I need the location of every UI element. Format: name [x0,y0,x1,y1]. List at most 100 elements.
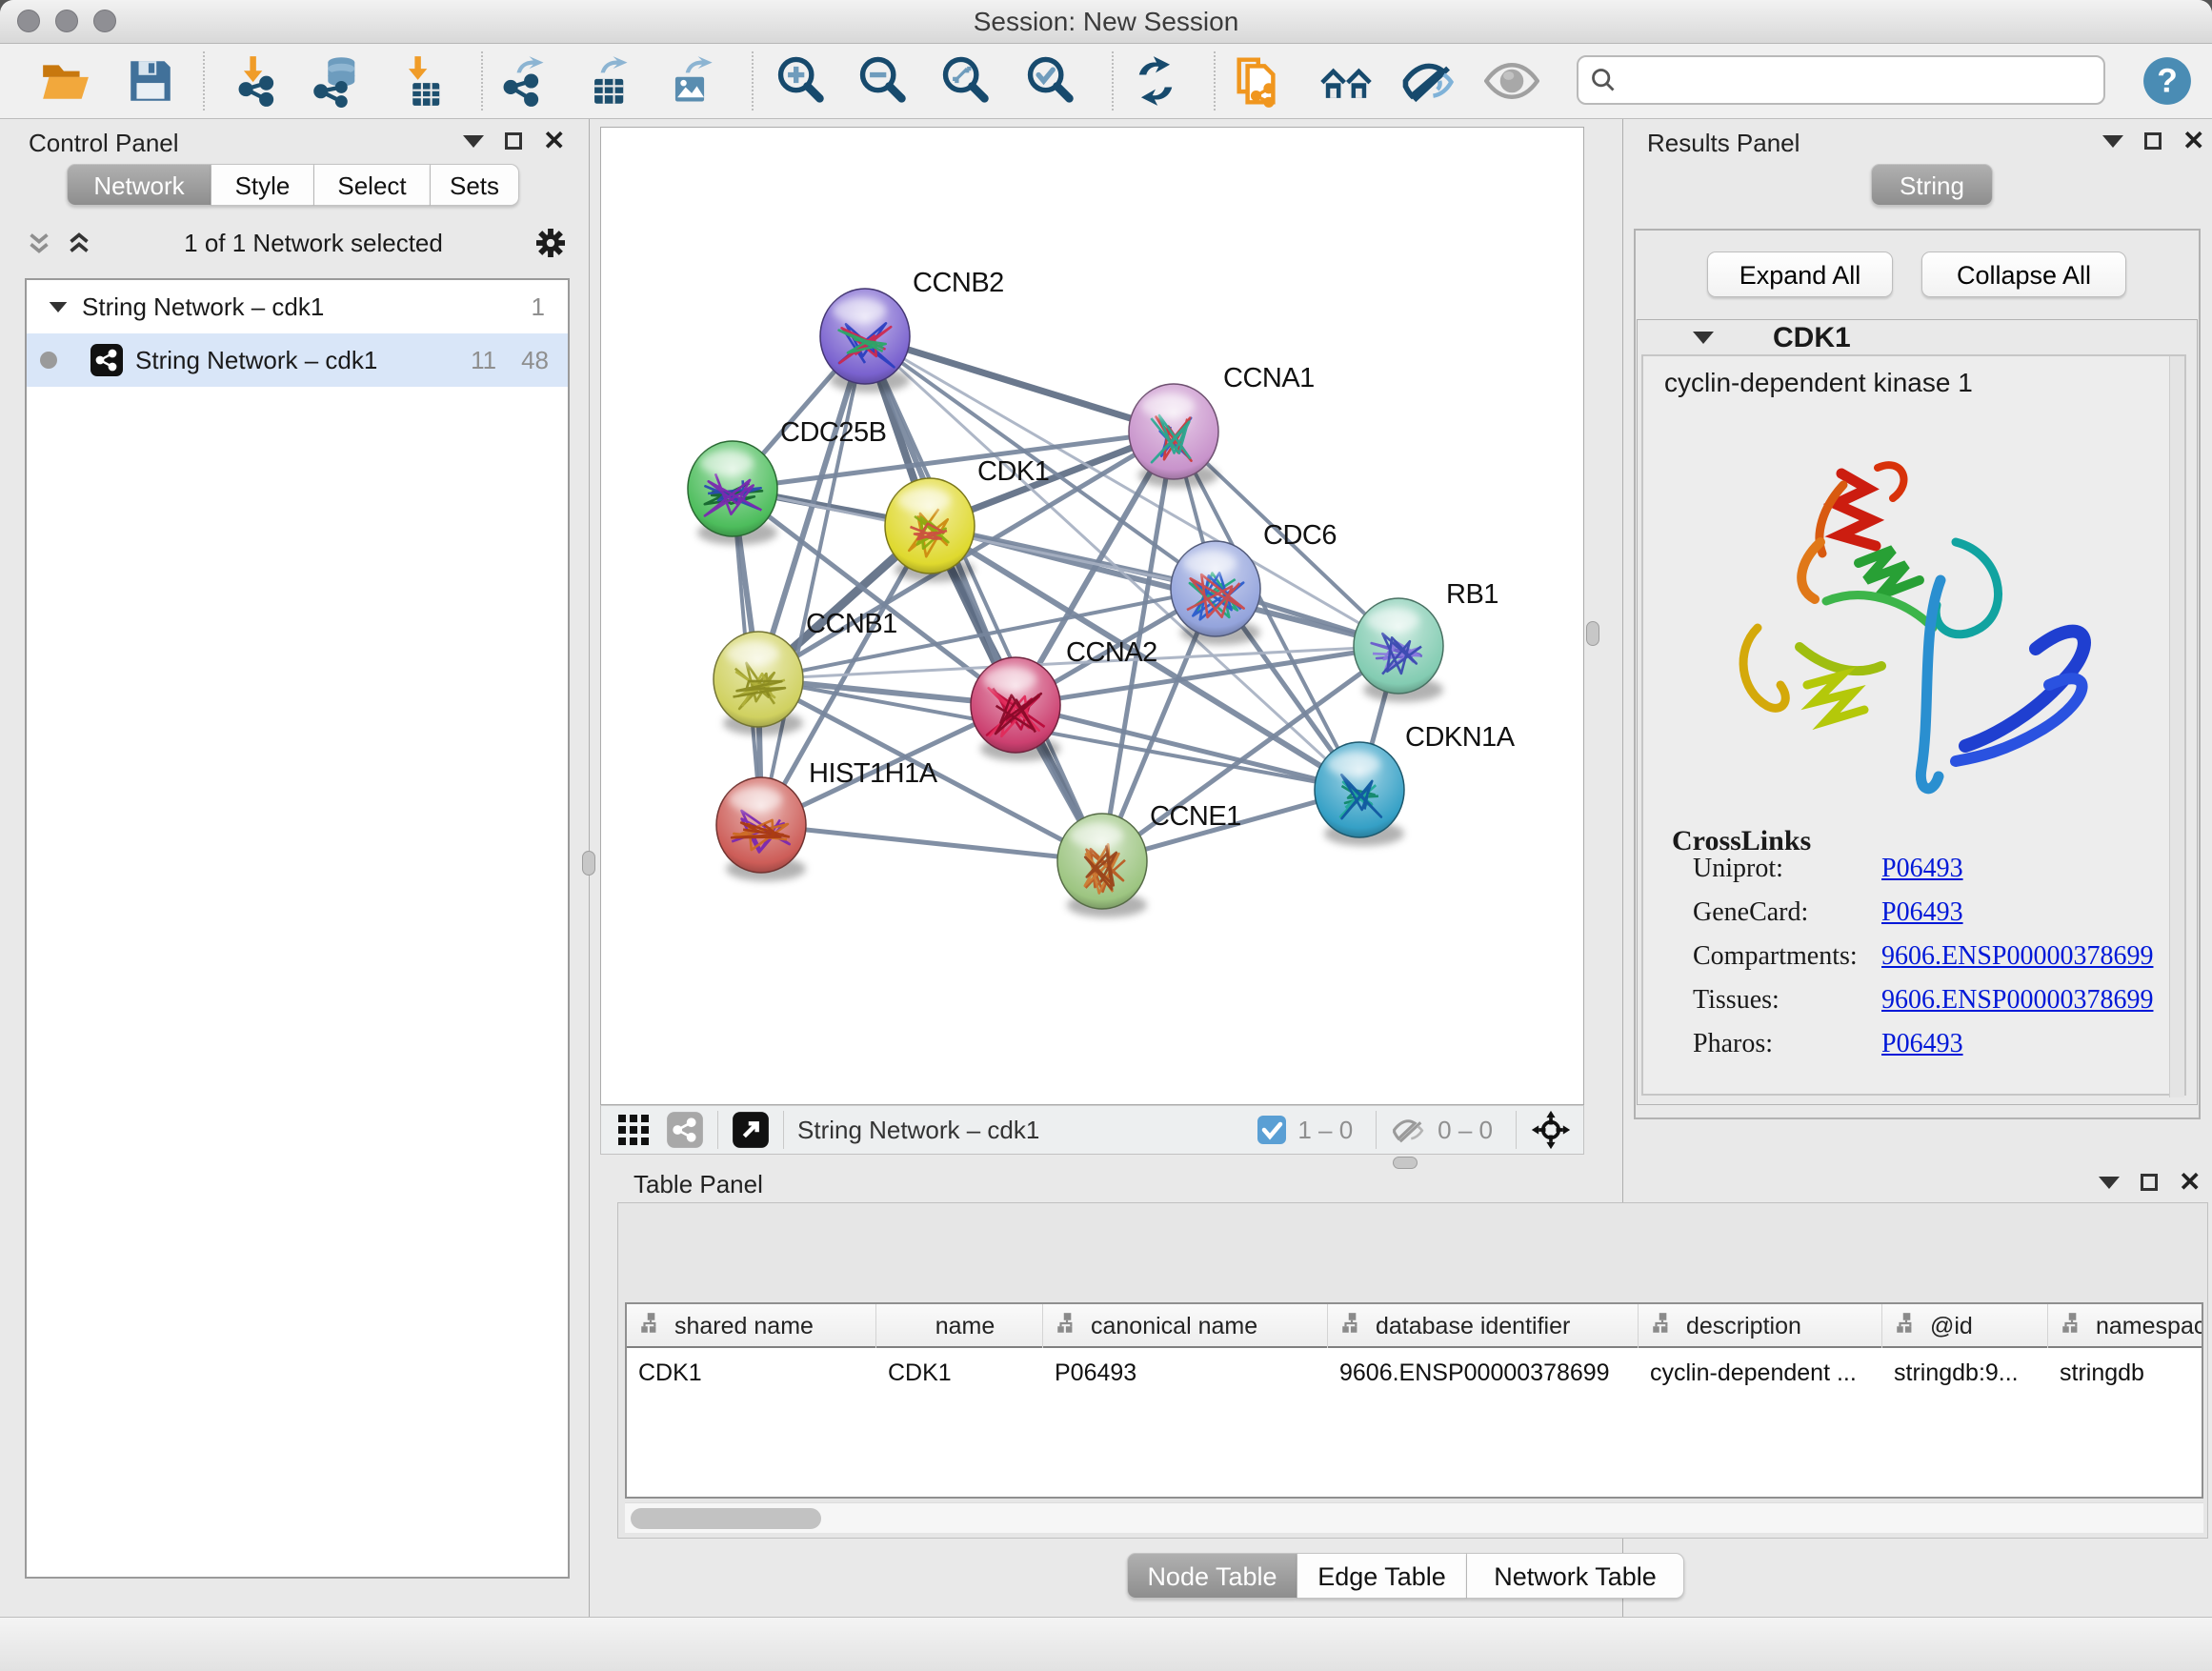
crosslink-row: Tissues:9606.ENSP00000378699 [1693,985,2160,1016]
results-scrollbar[interactable] [2169,356,2184,1097]
collapse-all-icon[interactable] [23,227,55,259]
tab-select[interactable]: Select [314,164,431,206]
crosslink-compartments-link[interactable]: 9606.ENSP00000378699 [1881,941,2153,972]
collection-expand-icon[interactable] [50,301,68,312]
network-state-dot [40,352,57,369]
network-node-CDK1[interactable] [885,478,975,574]
tab-network[interactable]: Network [67,164,211,206]
first-neighbors-icon[interactable] [1318,53,1374,109]
toolbar-separator [1214,51,1216,111]
crosslink-row: Uniprot:P06493 [1693,854,2160,884]
column-header-shared-name[interactable]: shared name [627,1304,876,1348]
export-network-icon[interactable] [495,53,551,109]
network-node-CDKN1A[interactable] [1315,742,1404,837]
save-session-icon[interactable] [123,53,178,109]
zoom-in-icon[interactable] [773,53,828,109]
tab-sets[interactable]: Sets [431,164,519,206]
network-row[interactable]: String Network – cdk1 11 48 [27,333,568,387]
import-table-file-icon[interactable] [395,53,451,109]
network-node-CCNB2[interactable] [820,289,910,384]
panel-close-icon[interactable]: ✕ [2179,1174,2201,1191]
panel-menu-icon[interactable] [463,135,484,148]
control-panel-tabs: NetworkStyleSelectSets [67,164,519,206]
birdseye-view-icon[interactable] [732,1111,770,1149]
gene-collapse-icon[interactable] [1693,332,1714,344]
apply-layout-icon[interactable] [1128,53,1183,109]
crosslink-uniprot-link[interactable]: P06493 [1881,854,1963,884]
crosslink-label: GeneCard: [1693,897,1881,928]
column-header-canonical-name[interactable]: canonical name [1043,1304,1328,1348]
zoom-fit-icon[interactable] [937,53,993,109]
panel-float-icon[interactable] [505,132,522,150]
network-node-CCNE1[interactable] [1057,814,1147,909]
crosslink-pharos-link[interactable]: P06493 [1881,1029,1963,1059]
column-label: @id [1930,1313,1973,1340]
tab-edge-table[interactable]: Edge Table [1297,1553,1467,1599]
import-network-file-icon[interactable] [231,53,286,109]
grid-view-icon[interactable] [614,1111,653,1149]
edge-HIST1H1A-CCNE1[interactable] [761,825,1102,861]
network-node-CDC6[interactable] [1171,541,1260,636]
expand-all-button[interactable]: Expand All [1707,252,1893,297]
selected-checkbox-icon[interactable] [1256,1114,1288,1146]
cell-canonical-name: P06493 [1043,1352,1328,1394]
network-canvas[interactable]: CCNB2CCNA1CDC25BCDK1CDC6RB1CCNB1CCNA2CDK… [600,127,1584,1105]
collapse-all-button[interactable]: Collapse All [1921,252,2126,297]
export-image-icon[interactable] [662,53,717,109]
help-icon[interactable]: ? [2140,53,2195,109]
edge-CCNB2-CCNA1[interactable] [865,336,1174,432]
tab-style[interactable]: Style [211,164,314,206]
column-header-description[interactable]: description [1639,1304,1882,1348]
table-hscrollbar[interactable] [625,1502,2203,1533]
tab-string[interactable]: String [1871,164,1993,206]
network-node-CDC25B[interactable] [688,441,777,536]
crosslink-tissues-link[interactable]: 9606.ENSP00000378699 [1881,985,2153,1016]
title-bar: Session: New Session [0,0,2212,44]
network-node-CCNA2[interactable] [971,657,1060,753]
tab-network-table[interactable]: Network Table [1467,1553,1684,1599]
panel-close-icon[interactable]: ✕ [543,132,565,150]
show-all-icon[interactable] [1484,53,1539,109]
network-options-gear-icon[interactable] [532,224,570,262]
tab-node-table[interactable]: Node Table [1127,1553,1297,1599]
toolbar-separator [481,51,483,111]
column-header-@id[interactable]: @id [1882,1304,2048,1348]
node-label-CCNA2: CCNA2 [1066,637,1157,668]
fit-content-crosshair-icon[interactable] [1530,1109,1572,1151]
hide-selected-icon[interactable] [1401,53,1457,109]
search-input[interactable] [1626,65,2092,96]
hidden-eye-icon [1390,1111,1428,1149]
import-network-database-icon[interactable] [310,53,365,109]
zoom-out-icon[interactable] [855,53,910,109]
export-table-icon[interactable] [579,53,634,109]
panel-float-icon[interactable] [2141,1174,2158,1191]
right-splitter-grip[interactable] [1586,621,1599,646]
crosslink-label: Uniprot: [1693,854,1881,884]
share-view-icon[interactable] [666,1111,704,1149]
column-type-icon [1650,1311,1675,1342]
network-collection-row[interactable]: String Network – cdk1 1 [27,280,568,333]
column-header-namespace[interactable]: namespace [2048,1304,2203,1348]
expand-all-icon[interactable] [63,227,95,259]
search-field[interactable] [1577,55,2105,105]
panel-menu-icon[interactable] [2099,1177,2120,1189]
column-header-database-identifier[interactable]: database identifier [1328,1304,1639,1348]
panel-menu-icon[interactable] [2102,135,2123,148]
crosslink-genecard-link[interactable]: P06493 [1881,897,1963,928]
control-panel-title: Control Panel [29,129,179,158]
open-session-icon[interactable] [37,53,92,109]
network-node-RB1[interactable] [1354,598,1443,694]
crosslink-row: Compartments:9606.ENSP00000378699 [1693,941,2160,972]
network-node-CCNB1[interactable] [714,632,803,727]
left-splitter-grip[interactable] [582,851,595,876]
node-label-RB1: RB1 [1446,579,1498,610]
bottom-splitter-grip[interactable] [1393,1157,1418,1169]
column-header-name[interactable]: name [876,1304,1043,1348]
panel-float-icon[interactable] [2144,132,2162,150]
network-node-CCNA1[interactable] [1129,384,1218,479]
table-hscrollbar-thumb[interactable] [631,1508,821,1529]
network-node-HIST1H1A[interactable] [716,777,806,873]
annotation-icon[interactable] [1233,53,1288,109]
zoom-selected-icon[interactable] [1022,53,1077,109]
panel-close-icon[interactable]: ✕ [2182,132,2204,150]
